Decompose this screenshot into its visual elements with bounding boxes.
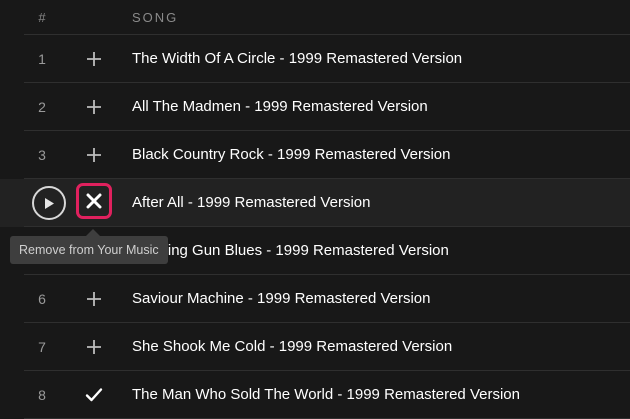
- track-number: 3: [38, 147, 46, 163]
- plus-icon: [87, 100, 101, 114]
- track-row[interactable]: 2 All The Madmen - 1999 Remastered Versi…: [0, 83, 630, 131]
- add-to-library-button[interactable]: [80, 45, 108, 73]
- track-title: Saviour Machine - 1999 Remastered Versio…: [132, 290, 431, 307]
- track-row-hovered[interactable]: After All - 1999 Remastered Version: [0, 179, 630, 227]
- header-song-label[interactable]: SONG: [132, 10, 178, 25]
- tracklist-header: # SONG: [0, 0, 630, 34]
- track-title: Black Country Rock - 1999 Remastered Ver…: [132, 146, 451, 163]
- track-number: 8: [38, 387, 46, 403]
- track-row[interactable]: 7 She Shook Me Cold - 1999 Remastered Ve…: [0, 323, 630, 371]
- plus-icon: [87, 340, 101, 354]
- add-to-library-button[interactable]: [80, 93, 108, 121]
- track-number: 2: [38, 99, 46, 115]
- track-title: All The Madmen - 1999 Remastered Version: [132, 98, 428, 115]
- plus-icon: [87, 292, 101, 306]
- checkmark-icon: [85, 388, 103, 402]
- tracklist: # SONG 1 The Width Of A Circle - 1999 Re…: [0, 0, 630, 419]
- track-row[interactable]: 8 The Man Who Sold The World - 1999 Rema…: [0, 371, 630, 419]
- add-to-library-button[interactable]: [80, 333, 108, 361]
- add-to-library-button[interactable]: [80, 141, 108, 169]
- close-icon: [86, 193, 102, 209]
- track-number: 1: [38, 51, 46, 67]
- track-title: The Width Of A Circle - 1999 Remastered …: [132, 50, 463, 67]
- add-to-library-button[interactable]: [80, 285, 108, 313]
- track-title: Running Gun Blues - 1999 Remastered Vers…: [132, 242, 449, 259]
- plus-icon: [87, 148, 101, 162]
- saved-toggle-button[interactable]: [80, 381, 108, 409]
- track-title: The Man Who Sold The World - 1999 Remast…: [132, 386, 520, 403]
- track-number: 7: [38, 339, 46, 355]
- tooltip: Remove from Your Music: [10, 236, 168, 264]
- remove-from-library-button[interactable]: [76, 183, 112, 219]
- track-title: She Shook Me Cold - 1999 Remastered Vers…: [132, 338, 453, 355]
- tooltip-arrow: [86, 229, 100, 236]
- track-row[interactable]: 1 The Width Of A Circle - 1999 Remastere…: [0, 35, 630, 83]
- track-row[interactable]: 3 Black Country Rock - 1999 Remastered V…: [0, 131, 630, 179]
- play-button[interactable]: [32, 186, 66, 220]
- track-number: 6: [38, 291, 46, 307]
- track-row[interactable]: 6 Saviour Machine - 1999 Remastered Vers…: [0, 275, 630, 323]
- play-icon: [45, 197, 54, 209]
- header-number-label: #: [38, 10, 47, 25]
- track-title: After All - 1999 Remastered Version: [132, 194, 371, 211]
- plus-icon: [87, 52, 101, 66]
